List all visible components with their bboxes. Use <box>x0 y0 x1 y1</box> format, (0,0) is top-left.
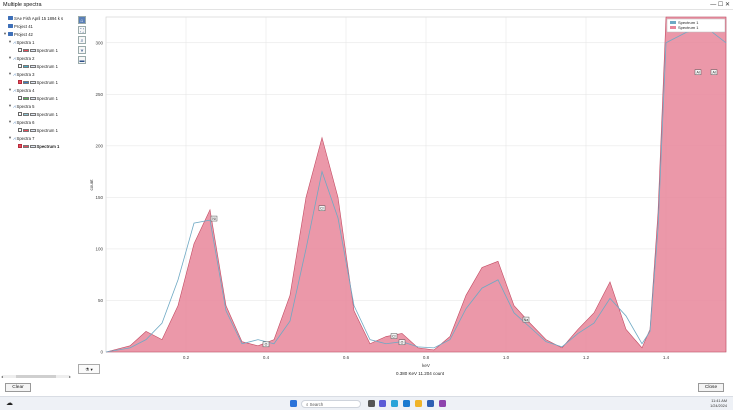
x-tick-label: 0.4 <box>263 355 270 360</box>
system-clock[interactable]: 11:41 AM 1/24/2024 <box>710 399 727 408</box>
peak-marker-label: O <box>401 340 404 344</box>
outlook-icon[interactable] <box>403 400 410 407</box>
teams-icon[interactable] <box>379 400 386 407</box>
x-tick-label: 1.4 <box>663 355 670 360</box>
y-tick-label: 300 <box>95 40 103 45</box>
x-tick-label: 1.2 <box>583 355 590 360</box>
start-icon[interactable] <box>290 400 297 407</box>
y-tick-label: 100 <box>95 246 103 251</box>
y-tick-label: 50 <box>98 298 104 303</box>
file-explorer-icon[interactable] <box>415 400 422 407</box>
peak-marker-label: Na <box>524 318 529 322</box>
y-axis-label: count <box>89 179 94 191</box>
edge-icon[interactable] <box>391 400 398 407</box>
app-icon[interactable] <box>439 400 446 407</box>
y-tick-label: 0 <box>100 350 103 355</box>
clock-time: 11:41 AM <box>711 399 727 403</box>
x-tick-label: 0.6 <box>343 355 350 360</box>
weather-icon[interactable]: ☁ <box>6 399 13 407</box>
y-tick-label: 200 <box>95 143 103 148</box>
x-tick-label: 0.2 <box>183 355 190 360</box>
x-tick-label: 0.8 <box>423 355 430 360</box>
word-icon[interactable] <box>427 400 434 407</box>
spectrum-chart[interactable]: 0 50 100 150 200 250 300 0.2 0.4 0.6 0.8 1.0 1.2 1.4 k… <box>0 0 733 410</box>
x-axis-label: keV <box>422 363 430 368</box>
clear-button[interactable]: Clear <box>5 383 31 392</box>
element-picker-button[interactable]: ⚗ ▾ <box>78 364 100 374</box>
y-tick-label: 250 <box>95 92 103 97</box>
peak-marker-label: Ni <box>212 217 216 221</box>
legend-label: Spectrum 1 <box>678 25 699 30</box>
peak-marker-label: O <box>265 343 268 347</box>
peak-marker-label: Al <box>696 70 699 74</box>
taskbar-search-input[interactable]: ⌕ Search <box>301 400 361 408</box>
legend-swatch <box>670 26 676 29</box>
y-tick-label: 150 <box>95 195 103 200</box>
close-button[interactable]: Close <box>698 383 724 392</box>
taskbar: ☁ ⌕ Search 11:41 AM 1/24/2024 <box>0 396 733 410</box>
x-tick-label: 1.0 <box>503 355 510 360</box>
clock-date: 1/24/2024 <box>710 403 727 408</box>
search-placeholder: Search <box>309 402 324 407</box>
legend-swatch <box>670 21 676 24</box>
task-view-icon[interactable] <box>368 400 375 407</box>
peak-marker-label: Al <box>712 70 715 74</box>
cursor-readout: 0.380 KeV 11.204 count <box>396 371 444 376</box>
